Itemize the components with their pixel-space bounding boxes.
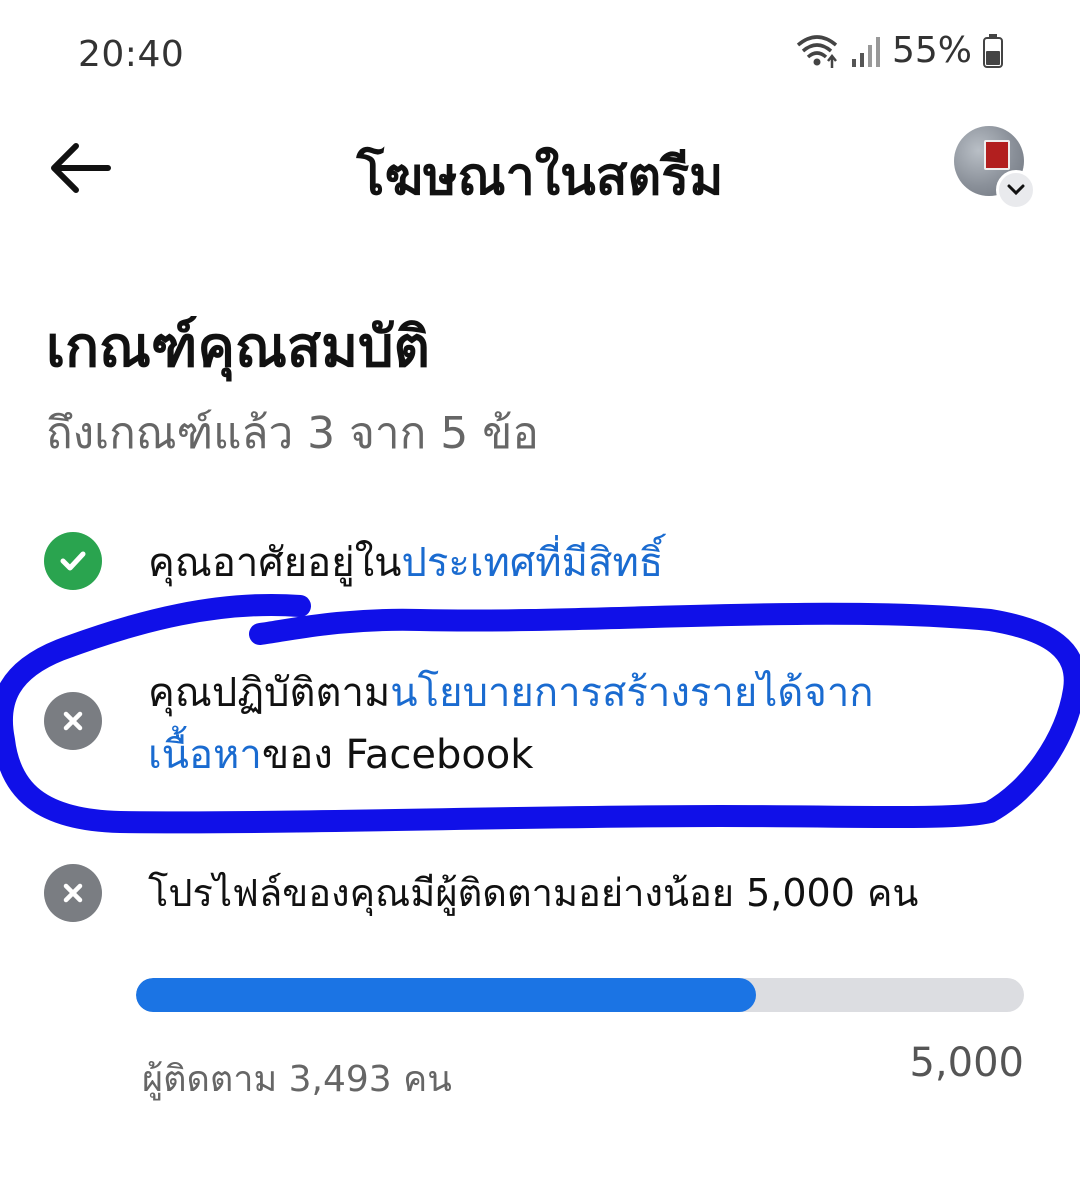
account-switcher-button[interactable] xyxy=(996,170,1036,210)
status-time: 20:40 xyxy=(78,34,185,75)
avatar-image xyxy=(984,140,1010,170)
eligible-countries-link[interactable]: ประเทศที่มีสิทธิ์ xyxy=(402,540,664,586)
criteria-text-before: โปรไฟล์ของคุณมีผู้ติดตามอย่างน้อย 5,000 … xyxy=(148,871,919,915)
battery-percent: 55% xyxy=(891,30,972,71)
check-icon xyxy=(44,532,102,590)
criteria-text: โปรไฟล์ของคุณมีผู้ติดตามอย่างน้อย 5,000 … xyxy=(148,862,1040,924)
criteria-text-before: คุณอาศัยอยู่ใน xyxy=(148,540,402,586)
followers-count-label: ผู้ติดตาม 3,493 คน xyxy=(142,1059,452,1100)
followers-target-label: 5,000 xyxy=(909,1040,1024,1086)
followers-progress-fill xyxy=(136,978,757,1012)
criteria-text: คุณอาศัยอยู่ในประเทศที่มีสิทธิ์ xyxy=(148,532,1020,594)
page-title: โฆษณาในสตรีม xyxy=(356,147,724,207)
criteria-text: คุณปฏิบัติตามนโยบายการสร้างรายได้จากเนื้… xyxy=(148,662,960,786)
wifi-icon xyxy=(796,34,838,68)
battery-icon xyxy=(983,33,1003,68)
criteria-item-country: คุณอาศัยอยู่ในประเทศที่มีสิทธิ์ xyxy=(0,530,1080,600)
chevron-down-icon xyxy=(1007,184,1025,196)
criteria-text-after: ของ Facebook xyxy=(261,732,534,778)
section-title: เกณฑ์คุณสมบัติ xyxy=(46,315,430,380)
close-icon xyxy=(44,692,102,750)
followers-progress-bar xyxy=(136,978,1024,1012)
signal-icon xyxy=(851,36,880,67)
criteria-item-policy: คุณปฏิบัติตามนโยบายการสร้างรายได้จากเนื้… xyxy=(0,660,1080,790)
status-bar: 20:40 55% xyxy=(0,0,1080,110)
criteria-item-followers: โปรไฟล์ของคุณมีผู้ติดตามอย่างน้อย 5,000 … xyxy=(0,860,1080,930)
section-subtitle: ถึงเกณฑ์แล้ว 3 จาก 5 ข้อ xyxy=(46,408,539,459)
app-header: โฆษณาในสตรีม xyxy=(0,110,1080,230)
status-icons: 55% xyxy=(794,30,1004,71)
criteria-text-before: คุณปฏิบัติตาม xyxy=(148,670,391,716)
close-icon xyxy=(44,864,102,922)
